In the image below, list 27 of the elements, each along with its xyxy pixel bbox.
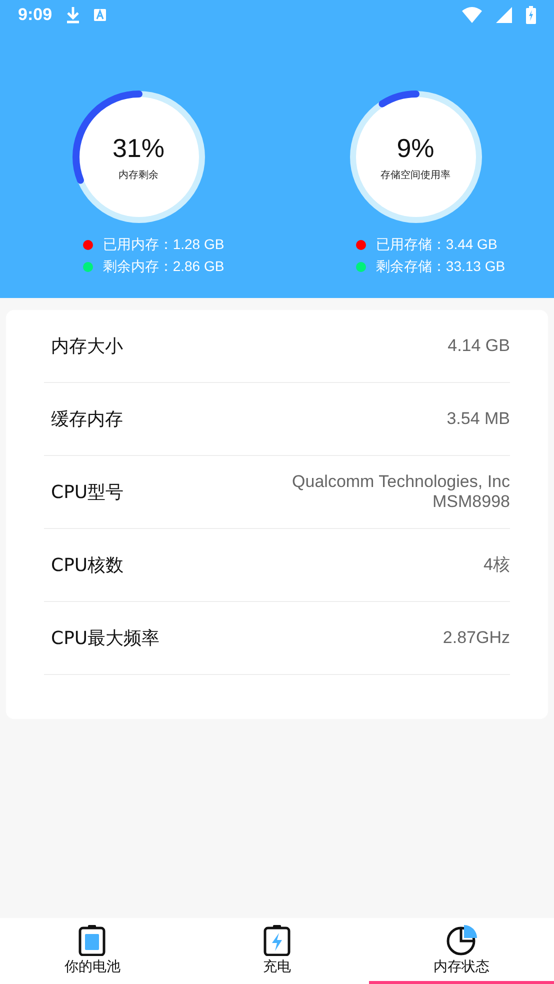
status-time: 9:09 [18,5,52,25]
info-value: 2.87GHz [442,628,510,648]
info-value: 3.54 MB [446,408,510,430]
info-value: 4核 [484,554,510,576]
pie-chart-icon [446,924,478,956]
info-value: 4.14 GB [448,336,510,356]
legend-text: 已用存储：3.44 GB [376,236,498,254]
gauge-caption: 存储空间使用率 [380,168,450,182]
info-label: CPU核数 [51,554,124,577]
legend-text: 剩余内存：2.86 GB [102,258,224,276]
download-icon [66,6,80,24]
wifi-icon [462,7,482,23]
notification-icon [94,9,106,21]
info-label: 缓存内存 [51,408,123,431]
gauge-percent: 9% [396,132,434,164]
charging-battery-icon [263,924,291,956]
info-label: CPU型号 [51,481,124,504]
legend-text: 剩余存储：33.13 GB [376,258,506,276]
gauge-percent: 31% [112,132,165,164]
legend-text: 已用内存：1.28 GB [102,236,224,254]
battery-charging-icon [526,6,536,24]
info-label: CPU最大频率 [51,627,160,650]
battery-icon [78,924,106,956]
gauge-caption: 内存剩余 [118,168,158,182]
info-label: 内存大小 [51,335,123,358]
info-value: Qualcomm Technologies, Inc MSM8998 [292,472,510,512]
signal-icon [496,7,512,23]
